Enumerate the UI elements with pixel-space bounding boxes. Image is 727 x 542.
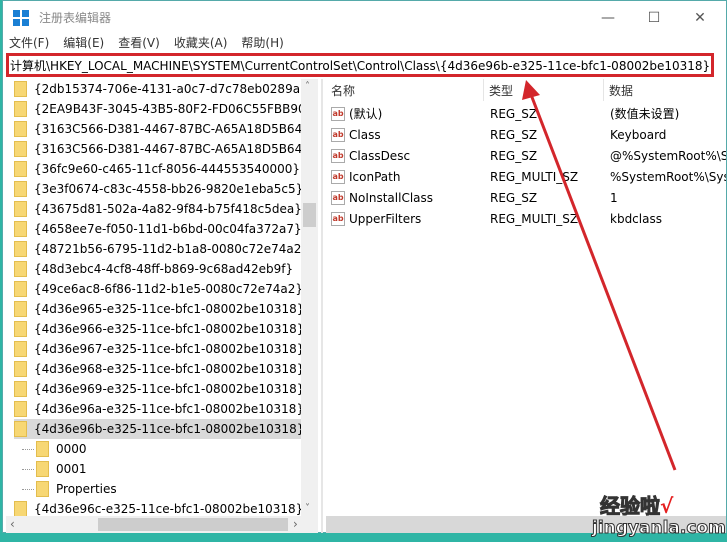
annotation-arrow [528, 91, 677, 471]
watermark-url: jingyanla.com [592, 518, 727, 539]
arrow-head-icon [522, 80, 540, 100]
annotation-overlay [522, 80, 677, 471]
watermark-logo: 经验啦√ [600, 494, 674, 519]
